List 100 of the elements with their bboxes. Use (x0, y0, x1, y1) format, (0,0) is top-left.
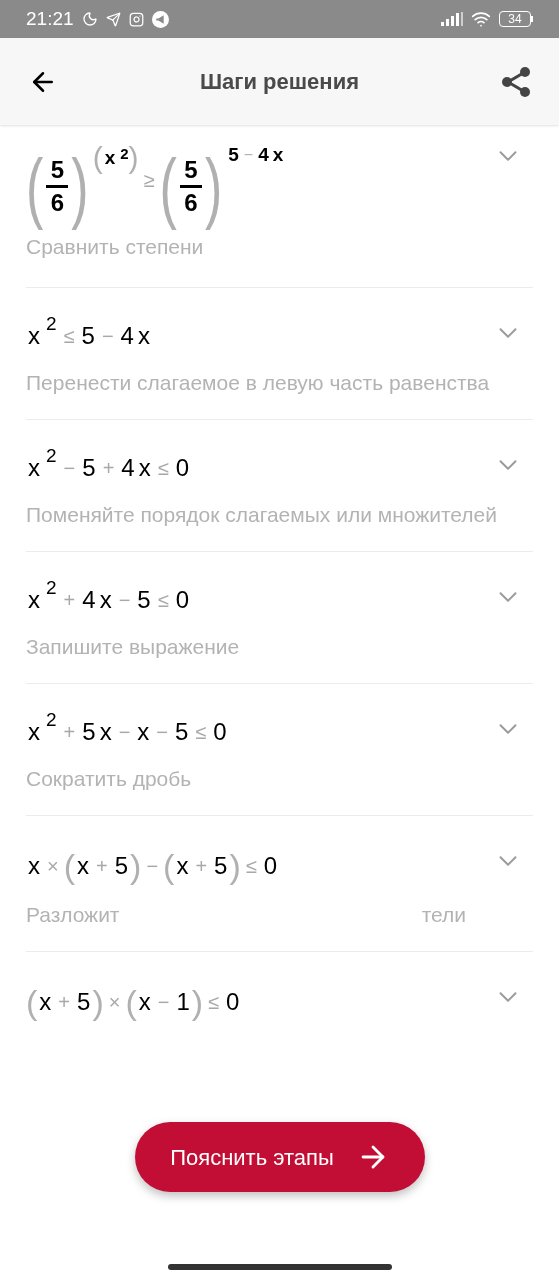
fraction-denominator: 6 (184, 188, 198, 218)
math-operator: + (96, 854, 108, 879)
math-term: x (28, 717, 40, 747)
explain-steps-button[interactable]: Пояснить этапы (135, 1122, 425, 1192)
step-description: Поменяйте порядок слагаемых или множителей (26, 502, 498, 528)
math-term: 4 (258, 143, 269, 167)
math-term: 4 (120, 321, 134, 351)
battery-icon: 34 (499, 11, 533, 27)
step-description: Сократить дробь (26, 766, 193, 792)
math-term: x (28, 585, 40, 615)
math-term: x (272, 143, 284, 167)
math-term: 4 (82, 585, 96, 615)
math-term: x (137, 717, 150, 747)
math-term: 5 (137, 585, 151, 615)
math-operator: − (243, 145, 254, 166)
parenthesis: ) (191, 982, 204, 1022)
parenthesis: ) (92, 982, 104, 1022)
step-description: Запишите выражение (26, 634, 241, 660)
share-icon[interactable] (501, 65, 531, 98)
math-operator: − (63, 456, 76, 481)
math-operator: ≤ (195, 720, 207, 745)
math-term: x (137, 321, 150, 351)
fraction-bar (46, 185, 69, 188)
math-operator: ≥ (143, 167, 155, 193)
exponent-term: 2 (120, 144, 129, 162)
math-operator: − (157, 990, 170, 1015)
math-term: 5 (82, 717, 96, 747)
math-operator: ≤ (208, 990, 220, 1015)
parenthesis: ( (26, 982, 38, 1022)
math-operator: − (156, 720, 168, 745)
parenthesis: ( (125, 982, 137, 1022)
math-term: x (99, 585, 112, 615)
math-operator: + (63, 720, 76, 745)
exponent-term: 2 (46, 444, 57, 468)
math-term: 5 (82, 453, 96, 483)
parenthesis: ( (163, 846, 175, 886)
math-operator: − (146, 854, 159, 879)
math-term: x (99, 717, 112, 747)
math-operator: + (63, 588, 76, 613)
wifi-icon (471, 9, 491, 29)
math-term: 5 (214, 851, 228, 881)
math-term: 0 (175, 453, 189, 483)
math-term: 5 (175, 717, 189, 747)
math-term: x (77, 851, 89, 881)
math-term: x (138, 453, 151, 483)
signal-icon (441, 12, 463, 26)
fraction-numerator: 5 (50, 155, 64, 185)
status-time: 21:21 (26, 6, 74, 31)
math-term: x (28, 453, 40, 483)
screen-title: Шаги решения (199, 68, 359, 96)
math-term: 0 (175, 585, 189, 615)
math-term: 5 (77, 987, 91, 1017)
math-operator: ≤ (245, 854, 257, 879)
math-term: 5 (81, 321, 95, 351)
math-term: 5 (114, 851, 129, 881)
math-operator: + (195, 854, 208, 879)
math-operator: ≤ (157, 588, 169, 613)
moon-icon (81, 11, 98, 27)
math-term: x (28, 851, 40, 881)
math-operator: + (102, 456, 115, 481)
math-operator: × (108, 990, 121, 1015)
math-term: 0 (213, 717, 227, 747)
math-term: x (39, 987, 52, 1017)
fraction-numerator: 5 (184, 155, 198, 185)
fraction-bar (179, 185, 202, 188)
step-description: Сравнить степени (26, 234, 205, 260)
exponent-term: 2 (46, 312, 57, 336)
math-operator: × (47, 854, 59, 879)
step-description: тели (421, 902, 466, 928)
math-term: x (138, 987, 151, 1017)
parenthesis: ) (204, 142, 223, 232)
math-term: x (176, 851, 189, 881)
parenthesis: ) (229, 846, 241, 886)
math-operator: ≤ (157, 456, 169, 481)
math-operator: − (118, 588, 131, 613)
parenthesis: ( (26, 142, 44, 232)
math-operator: ≤ (63, 324, 75, 349)
parenthesis: ) (71, 142, 89, 232)
camera-icon (128, 11, 144, 27)
math-term: x (28, 321, 40, 351)
paper-plane-icon (105, 11, 121, 27)
parenthesis: ) (130, 846, 142, 886)
parenthesis: ( (159, 142, 177, 232)
fraction-denominator: 6 (50, 188, 64, 218)
math-operator: − (118, 720, 131, 745)
exponent-term: 2 (46, 576, 57, 600)
math-term: 0 (226, 987, 240, 1017)
math-term: 0 (263, 851, 278, 881)
step-description: Разложит (26, 902, 120, 928)
step-description: Перенести слагаемое в левую часть равенства (26, 370, 491, 396)
math-term: x (104, 145, 116, 170)
math-term: 5 (228, 143, 239, 167)
exponent-term: 2 (46, 708, 57, 732)
math-operator: + (58, 990, 70, 1015)
parenthesis: ( (63, 846, 75, 886)
math-operator: − (101, 324, 114, 349)
math-term: 4 (121, 453, 135, 483)
parenthesis: ) (128, 141, 139, 175)
parenthesis: ( (92, 141, 103, 175)
math-term: 1 (176, 987, 190, 1017)
